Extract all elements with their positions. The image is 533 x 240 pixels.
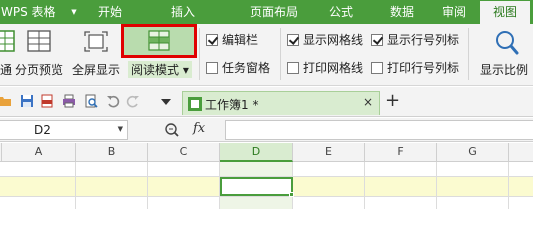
tab-formulas[interactable]: 公式 [318, 0, 364, 24]
cell[interactable] [148, 197, 220, 209]
redo-icon[interactable] [126, 94, 140, 108]
checkbox-checked-icon[interactable] [287, 34, 299, 46]
column-header-g[interactable]: G [437, 143, 509, 162]
checkbox-unchecked-icon[interactable] [371, 62, 383, 74]
column-header-d[interactable]: D [220, 143, 293, 162]
tab-review[interactable]: 审阅 [432, 0, 476, 24]
spreadsheet-grid[interactable]: A B C D E F G [0, 143, 533, 209]
cell[interactable] [437, 162, 509, 176]
show-gridlines-label: 显示网格线 [303, 33, 364, 47]
reading-mode-dropdown-icon[interactable]: ▾ [183, 63, 189, 77]
print-icon[interactable] [62, 94, 76, 108]
cell[interactable] [148, 162, 220, 176]
insert-function-icon[interactable]: fx [193, 121, 205, 136]
zoom-button[interactable]: 显示比例 [480, 61, 528, 78]
save-icon[interactable] [20, 94, 34, 108]
normal-view-label: 通 [0, 63, 13, 77]
column-headers: A B C D E F G [0, 143, 533, 162]
reading-mode-button[interactable]: 阅读模式 ▾ [128, 61, 192, 78]
app-menu-button[interactable]: WPS 表格 [0, 0, 68, 24]
app-menu-dropdown-icon[interactable]: ▼ [68, 0, 80, 24]
table-row [0, 162, 533, 177]
checkbox-checked-icon[interactable] [371, 34, 383, 46]
checkbox-checked-icon[interactable] [206, 34, 218, 46]
page-preview-icon[interactable] [26, 29, 54, 55]
table-row [0, 197, 533, 209]
cell[interactable] [365, 197, 437, 209]
fullscreen-button[interactable]: 全屏显示 [72, 61, 120, 78]
zoom-search-icon[interactable] [164, 122, 180, 141]
formula-bar: D2 ▼ fx [0, 118, 533, 142]
document-title: 工作簿1 * [205, 98, 259, 112]
reading-mode-highlight[interactable] [121, 24, 197, 58]
tab-view[interactable]: 视图 [480, 1, 530, 24]
formula-input[interactable] [225, 120, 533, 140]
formula-bar-label: 编辑栏 [222, 33, 259, 47]
open-folder-icon[interactable] [0, 94, 12, 108]
cell[interactable] [220, 197, 293, 209]
tab-page-layout[interactable]: 页面布局 [236, 0, 312, 24]
ribbon-separator [199, 28, 200, 80]
normal-view-icon[interactable] [0, 30, 18, 54]
document-tab[interactable]: 工作簿1 * × [182, 91, 380, 115]
cell[interactable] [148, 177, 220, 196]
cell[interactable] [76, 197, 148, 209]
cell[interactable] [437, 197, 509, 209]
column-header-f[interactable]: F [365, 143, 437, 162]
active-cell-d2[interactable] [220, 177, 293, 196]
tab-home[interactable]: 开始 [82, 0, 138, 24]
cell[interactable] [437, 177, 509, 196]
cell[interactable] [76, 177, 148, 196]
task-pane-label: 任务窗格 [222, 61, 271, 75]
name-box[interactable]: D2 ▼ [0, 120, 128, 140]
page-preview-button[interactable]: 分页预览 [15, 61, 63, 78]
tab-insert[interactable]: 插入 [160, 0, 206, 24]
name-box-dropdown-icon[interactable]: ▼ [118, 125, 123, 133]
print-gridlines-label: 打印网格线 [303, 61, 364, 75]
column-header-a[interactable]: A [2, 143, 76, 162]
column-header-h[interactable] [509, 143, 533, 162]
customize-dropdown-icon[interactable] [160, 96, 174, 110]
fullscreen-icon[interactable] [82, 29, 110, 55]
name-box-value: D2 [34, 123, 51, 137]
quick-access-toolbar: 工作簿1 * × + [0, 87, 533, 117]
print-preview-icon[interactable] [84, 94, 98, 108]
menu-bar: WPS 表格 ▼ 开始 插入 页面布局 公式 数据 审阅 视图 [0, 0, 533, 24]
undo-icon[interactable] [106, 94, 120, 108]
cell[interactable] [293, 177, 365, 196]
cell[interactable] [293, 197, 365, 209]
cell[interactable] [293, 162, 365, 176]
cell[interactable] [2, 197, 76, 209]
ribbon: 通 分页预览 全屏显示 阅读模式 ▾ 编辑栏 任务窗格 显示网格线 打印网格线 … [0, 24, 533, 86]
cell[interactable] [365, 177, 437, 196]
close-tab-icon[interactable]: × [363, 95, 373, 109]
spreadsheet-icon [188, 97, 202, 114]
cell[interactable] [2, 177, 76, 196]
show-headings-label: 显示行号列标 [387, 33, 460, 47]
column-header-b[interactable]: B [76, 143, 148, 162]
cell[interactable] [2, 162, 76, 176]
ribbon-separator [280, 28, 281, 80]
cell[interactable] [220, 162, 293, 176]
reading-mode-label: 阅读模式 [131, 63, 180, 77]
cell[interactable] [365, 162, 437, 176]
print-headings-label: 打印行号列标 [387, 61, 460, 75]
cell[interactable] [76, 162, 148, 176]
tab-data[interactable]: 数据 [376, 0, 428, 24]
zoom-icon[interactable] [494, 29, 520, 57]
fill-handle[interactable] [289, 192, 294, 197]
checkbox-unchecked-icon[interactable] [287, 62, 299, 74]
ribbon-separator [468, 28, 469, 80]
column-header-e[interactable]: E [293, 143, 365, 162]
column-header-c[interactable]: C [148, 143, 220, 162]
new-tab-icon[interactable]: + [385, 90, 400, 112]
export-pdf-icon[interactable] [40, 94, 54, 108]
checkbox-unchecked-icon[interactable] [206, 62, 218, 74]
